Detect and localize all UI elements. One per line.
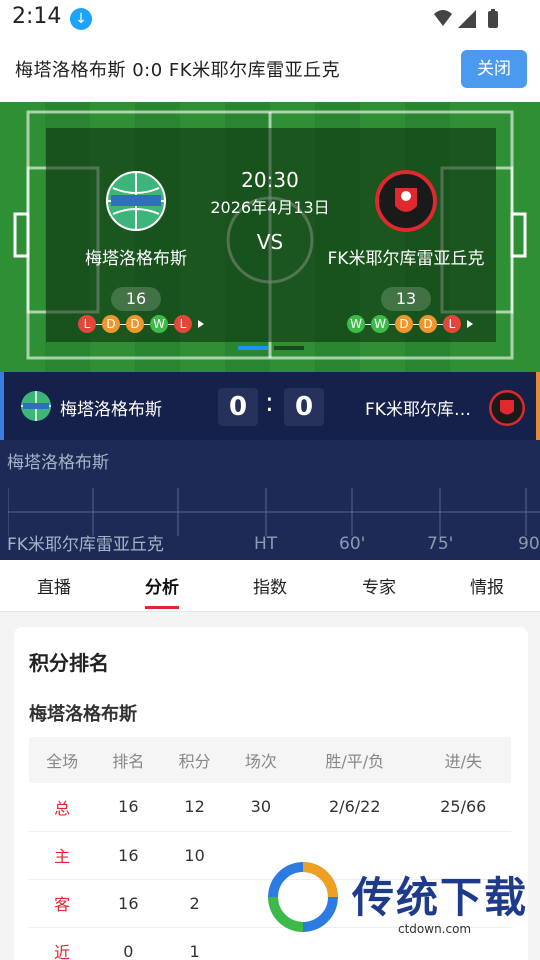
status-icons (434, 9, 498, 28)
tab-bar: 直播 分析 指数 专家 情报 (0, 560, 540, 612)
home-team-rank: 16 (111, 287, 161, 311)
home-form-badge: D (126, 315, 144, 333)
header-title: 梅塔洛格布斯 0:0 FK米耶尔库雷亚丘克 (15, 60, 341, 81)
table-cell: 2 (161, 879, 228, 928)
active-tab-underline (145, 606, 179, 609)
home-team-logo-small (21, 391, 51, 421)
home-form-badge: L (174, 315, 192, 333)
table-cell: 16 (95, 831, 162, 880)
away-form-badge: W (371, 315, 389, 333)
scorebar-home-name: 梅塔洛格布斯 (60, 400, 162, 420)
table-header-row: 全场 排名 积分 场次 胜/平/负 进/失 (29, 737, 511, 783)
timeline-tick: 75' (427, 534, 454, 554)
column-header: 场次 (227, 737, 294, 783)
carousel-dot-active (238, 346, 268, 350)
close-button[interactable]: 关闭 (461, 50, 527, 88)
away-form-badge: D (395, 315, 413, 333)
watermark-text: 传统下载 (352, 873, 529, 922)
home-form-badge: D (102, 315, 120, 333)
vs-label: VS (256, 230, 284, 254)
signal-icon (458, 10, 476, 28)
tab-live[interactable]: 直播 (37, 573, 71, 598)
tab-odds[interactable]: 指数 (253, 573, 287, 598)
timeline-away-label: FK米耶尔库雷亚丘克 (7, 535, 164, 555)
tab-analysis[interactable]: 分析 (145, 573, 179, 609)
away-form-badge: D (419, 315, 437, 333)
chevron-right-icon (467, 320, 473, 328)
battery-icon (488, 11, 498, 28)
match-pitch-panel: 梅塔洛格布斯 16 FK米耶尔库雷亚丘克 13 LDDWL WWDDL 20:3… (0, 102, 540, 372)
tab-label: 专家 (362, 578, 396, 598)
tab-intel[interactable]: 情报 (470, 573, 504, 598)
standings-team-name: 梅塔洛格布斯 (29, 704, 137, 725)
home-color-edge (0, 372, 4, 440)
tab-label: 直播 (37, 578, 71, 598)
table-cell: 16 (95, 783, 162, 832)
wifi-icon (434, 10, 452, 26)
score-separator: : (265, 388, 274, 418)
tab-label: 指数 (253, 578, 287, 598)
home-form-badge: W (150, 315, 168, 333)
chevron-right-icon (198, 320, 204, 328)
table-cell: 10 (161, 831, 228, 880)
tab-experts[interactable]: 专家 (362, 573, 396, 598)
table-row: 总 16 12 30 2/6/22 25/66 (29, 783, 511, 832)
table-cell: 2/6/22 (293, 783, 416, 832)
timeline-tick: 60' (339, 534, 366, 554)
timeline-home-label: 梅塔洛格布斯 (7, 453, 109, 473)
away-form-badge: L (443, 315, 461, 333)
home-score: 0 (218, 388, 258, 426)
status-time: 2:14 (12, 4, 62, 29)
watermark: 传统下载 ctdown.com (266, 848, 526, 940)
away-score: 0 (284, 388, 324, 426)
match-time: 20:30 (241, 168, 299, 192)
standings-title: 积分排名 (29, 651, 109, 675)
score-bar: 梅塔洛格布斯 0 : 0 FK米耶尔库雷亚丘克 (0, 372, 540, 440)
tab-label: 分析 (145, 578, 179, 598)
timeline-tick: 90 (518, 534, 540, 554)
away-team-rank: 13 (381, 287, 431, 311)
scorebar-away-name: FK米耶尔库雷亚丘克 (365, 400, 475, 420)
away-form[interactable]: WWDDL (347, 314, 473, 334)
away-team-logo (375, 170, 437, 232)
table-cell: 1 (161, 927, 228, 960)
column-header: 排名 (95, 737, 162, 783)
timeline-tick: HT (254, 534, 278, 554)
table-cell: 30 (227, 783, 294, 832)
table-cell: 总 (29, 783, 96, 832)
home-team-logo (106, 171, 166, 231)
column-header: 全场 (29, 737, 96, 783)
away-color-edge (536, 372, 540, 440)
table-cell: 12 (161, 783, 228, 832)
match-header: 梅塔洛格布斯 0:0 FK米耶尔库雷亚丘克 关闭 (0, 38, 540, 102)
home-form-badge: L (78, 315, 96, 333)
app-screen: 2:14 ↓ 梅塔洛格布斯 0:0 FK米耶尔库雷亚丘克 关闭 梅塔洛格布斯 1… (0, 0, 540, 960)
match-date: 2026年4月13日 (210, 198, 330, 217)
table-cell: 客 (29, 879, 96, 928)
event-timeline: 梅塔洛格布斯 FK米耶尔库雷亚丘克 HT 60' 75' 90 (0, 440, 540, 560)
tab-label: 情报 (470, 578, 504, 598)
column-header: 胜/平/负 (293, 737, 416, 783)
carousel-indicator (238, 346, 304, 350)
timeline-axis (8, 488, 540, 536)
column-header: 进/失 (415, 737, 511, 783)
table-cell: 主 (29, 831, 96, 880)
watermark-logo-icon (268, 862, 338, 932)
download-icon: ↓ (70, 8, 92, 30)
table-cell: 16 (95, 879, 162, 928)
table-cell: 近 (29, 927, 96, 960)
table-cell: 25/66 (415, 783, 511, 832)
carousel-dot (274, 346, 304, 350)
away-form-badge: W (347, 315, 365, 333)
column-header: 积分 (161, 737, 228, 783)
watermark-url: ctdown.com (398, 922, 472, 936)
table-cell: 0 (95, 927, 162, 960)
away-team-logo-small (489, 390, 525, 426)
home-form[interactable]: LDDWL (78, 314, 204, 334)
status-bar: 2:14 ↓ (0, 0, 540, 38)
